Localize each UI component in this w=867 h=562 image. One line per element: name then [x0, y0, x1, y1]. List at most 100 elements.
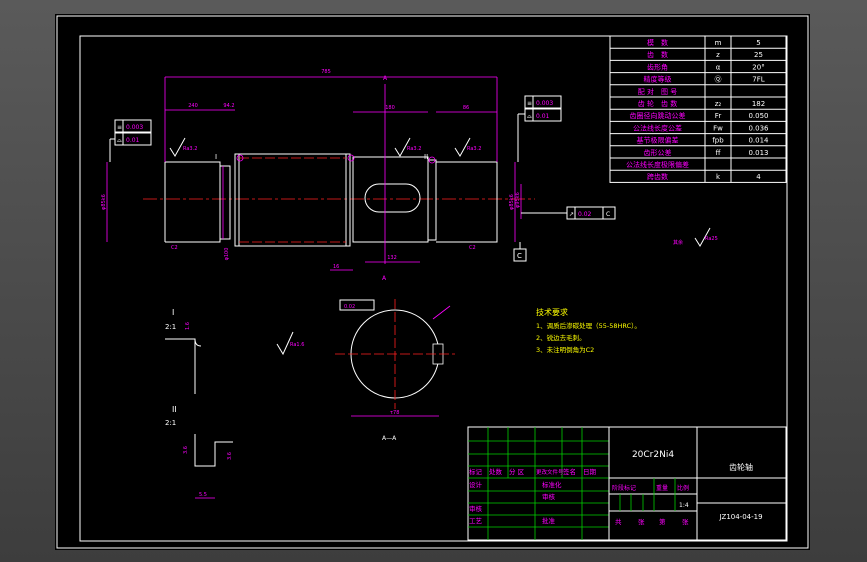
svg-text:设计: 设计 — [469, 480, 483, 489]
tech-requirements: 技术要求 1、调质后渗碳处理（55-58HRC）。 2、锐边去毛刺。 3、未注明… — [536, 307, 641, 354]
dim-132: 132 — [387, 255, 397, 261]
param-value: 0.050 — [748, 112, 768, 120]
svg-text:其余: 其余 — [673, 239, 683, 246]
svg-text:分 区: 分 区 — [509, 467, 525, 476]
dim-dia-shaft: φ95k6 — [515, 192, 521, 208]
svg-text:张: 张 — [682, 517, 689, 526]
svg-text:⌓: ⌓ — [527, 113, 532, 120]
svg-text:↗: ↗ — [569, 211, 574, 218]
param-name: 精度等级 — [644, 75, 672, 84]
param-symbol: Ⓠ — [715, 76, 722, 84]
datum-C: C — [513, 242, 527, 262]
part-name: 齿轮轴 — [729, 462, 753, 472]
svg-text:≡: ≡ — [527, 100, 532, 107]
svg-text:3.6: 3.6 — [183, 446, 189, 454]
param-value: 5 — [756, 39, 760, 47]
param-name: 齿形公差 — [644, 148, 672, 157]
param-value: 4 — [756, 173, 761, 181]
svg-text:张: 张 — [638, 517, 645, 526]
svg-text:重量: 重量 — [656, 484, 668, 492]
param-name: 齿 数 — [647, 50, 668, 59]
param-symbol: Fw — [713, 124, 723, 132]
svg-text:Ra3.2: Ra3.2 — [467, 146, 481, 152]
param-value: 20° — [752, 63, 764, 71]
svg-text:II: II — [172, 405, 177, 414]
section-mark-bottom: A — [382, 275, 387, 282]
param-value: 0.014 — [748, 137, 769, 145]
param-name: 齿 轮 齿 数 — [638, 99, 677, 108]
drawing-number: JZ104-04-19 — [718, 513, 762, 521]
drawing-sheet: 785 240 94.2 180 86 132 16 φ85k6 φ100 φ8… — [55, 14, 810, 550]
svg-text:共: 共 — [615, 517, 622, 526]
svg-text:C: C — [517, 252, 522, 260]
svg-text:C: C — [606, 211, 610, 218]
dim-86: 86 — [463, 105, 469, 111]
tech-title: 技术要求 — [536, 307, 568, 317]
param-name: 公法线长度公差 — [633, 123, 682, 132]
tolerance-runout: ↗ 0.02 C — [521, 206, 616, 220]
svg-text:0.01: 0.01 — [126, 137, 140, 144]
dim-overall: 785 — [321, 69, 331, 75]
param-name: 模 数 — [647, 38, 668, 47]
param-name: 齿圈径向跳动公差 — [630, 111, 686, 120]
svg-text:更改文件号: 更改文件号 — [536, 468, 564, 476]
scale-value: 1:4 — [679, 502, 689, 509]
dim-42: 94.2 — [223, 103, 234, 109]
svg-text:审核: 审核 — [469, 504, 483, 513]
svg-text:Ra1.6: Ra1.6 — [290, 342, 304, 348]
param-symbol: Fr — [715, 112, 722, 120]
param-value: 182 — [752, 100, 765, 108]
chamfer-right: C2 — [469, 245, 476, 251]
tolerance-right: ≡ 0.003 ⌓ 0.01 — [517, 95, 562, 162]
detail-I: I 2:1 1.6 — [165, 308, 202, 394]
svg-text:处数: 处数 — [489, 467, 503, 476]
param-value: 7FL — [752, 76, 764, 84]
param-symbol: z — [716, 51, 720, 59]
svg-text:Ra3.2: Ra3.2 — [407, 146, 421, 152]
tech-item-2: 2、锐边去毛刺。 — [536, 333, 586, 342]
outer-frame — [56, 15, 809, 549]
param-name: 公法线长度极限偏差 — [626, 160, 689, 169]
dim-16: 16 — [333, 264, 339, 270]
param-symbol: z₂ — [715, 100, 722, 108]
svg-text:2:1: 2:1 — [165, 323, 176, 331]
svg-text:工艺: 工艺 — [469, 517, 483, 525]
detail-mark-II: II — [424, 153, 428, 161]
svg-text:阶段标记: 阶段标记 — [612, 484, 636, 492]
svg-text:标记: 标记 — [469, 467, 483, 476]
svg-text:批准: 批准 — [542, 516, 556, 525]
dim-240: 240 — [188, 103, 198, 109]
param-value: 0.036 — [748, 124, 769, 132]
keyway-slot — [364, 183, 421, 213]
svg-text:3.6: 3.6 — [227, 452, 233, 460]
svg-text:日期: 日期 — [583, 468, 597, 476]
param-value: 0.013 — [748, 149, 768, 157]
svg-text:2:1: 2:1 — [165, 419, 176, 427]
param-name: 齿形角 — [647, 62, 668, 71]
cad-viewport[interactable]: 785 240 94.2 180 86 132 16 φ85k6 φ100 φ8… — [0, 0, 867, 562]
svg-text:第: 第 — [659, 517, 666, 526]
dim-180: 180 — [385, 105, 395, 111]
chamfer-left: C2 — [171, 245, 178, 251]
svg-text:1.6: 1.6 — [185, 322, 191, 330]
svg-text:0.02: 0.02 — [344, 304, 355, 310]
param-symbol: α — [716, 63, 721, 71]
tech-item-3: 3、未注明倒角为C2 — [536, 345, 594, 354]
section-view-AA: τ78 0.02 A—A Ra1.6 — [276, 299, 455, 442]
tolerance-left: ≡ 0.003 ⌓ 0.01 — [109, 119, 152, 162]
svg-text:Ra25: Ra25 — [705, 236, 718, 242]
detail-mark-I: I — [215, 153, 217, 161]
dimensions: 785 240 94.2 180 86 132 16 φ85k6 φ100 φ8… — [101, 69, 522, 282]
tech-item-1: 1、调质后渗碳处理（55-58HRC）。 — [536, 321, 641, 330]
section-mark-top: A — [383, 75, 388, 82]
param-symbol: k — [716, 173, 721, 181]
material: 20Cr2Ni4 — [632, 450, 674, 460]
param-symbol: ff — [716, 149, 721, 157]
param-name: 配 对 图 号 — [638, 87, 677, 96]
gear-parameter-table: 模 数 m 5 齿 数 z 25 齿形角 α 20° 精度等级 Ⓠ 7FL 配 对 图 号齿 轮 齿 数… — [609, 35, 787, 183]
left-journal — [165, 161, 221, 243]
svg-text:5.5: 5.5 — [199, 492, 207, 498]
svg-text:Ra3.2: Ra3.2 — [183, 146, 197, 152]
param-name: 跨齿数 — [647, 172, 668, 181]
svg-text:签名: 签名 — [563, 467, 576, 476]
